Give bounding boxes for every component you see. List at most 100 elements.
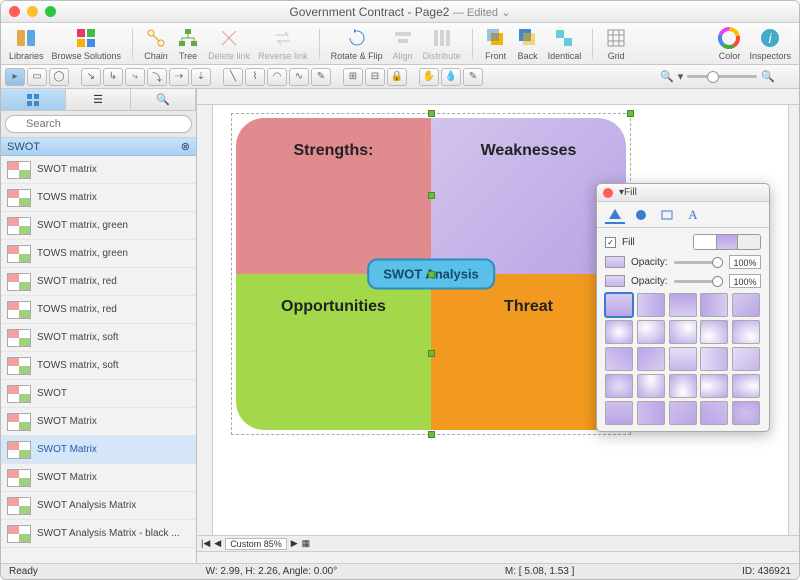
- front-button[interactable]: Front: [484, 26, 508, 61]
- sidebar-item[interactable]: SWOT matrix: [1, 156, 196, 184]
- ellipse-tool[interactable]: ◯: [49, 68, 69, 86]
- ungroup-tool[interactable]: ⊟: [365, 68, 385, 86]
- fill-panel[interactable]: ▾ Fill A ✓ Fill: [596, 183, 770, 432]
- sidebar-item[interactable]: SWOT: [1, 380, 196, 408]
- gradient-swatch[interactable]: [605, 374, 633, 398]
- swot-diagram[interactable]: Strengths: Weaknesses Opportunities Thre…: [231, 113, 631, 435]
- quadrant-opportunities[interactable]: Opportunities: [236, 274, 431, 430]
- sidebar-group-header[interactable]: SWOT ⊗: [1, 138, 196, 156]
- gradient-swatch[interactable]: [605, 347, 633, 371]
- gradient-swatch[interactable]: [637, 293, 665, 317]
- lock-tool[interactable]: 🔒: [387, 68, 407, 86]
- arc-tool[interactable]: ◠: [267, 68, 287, 86]
- opacity-slider-1[interactable]: [674, 261, 723, 264]
- selection-handle[interactable]: [428, 192, 435, 199]
- sidebar-item[interactable]: SWOT Matrix: [1, 464, 196, 492]
- search-input[interactable]: [5, 115, 192, 133]
- minimize-window-icon[interactable]: [27, 6, 38, 17]
- gradient-swatch[interactable]: [700, 374, 728, 398]
- connector-tool-2[interactable]: ↳: [103, 68, 123, 86]
- gradient-swatch[interactable]: [605, 401, 633, 425]
- color-button[interactable]: Color: [717, 26, 741, 61]
- eyedrop-tool[interactable]: 💧: [441, 68, 461, 86]
- opacity-value-1[interactable]: 100%: [729, 255, 761, 269]
- browse-solutions-button[interactable]: Browse Solutions: [52, 26, 122, 61]
- align-button[interactable]: Align: [391, 26, 415, 61]
- connector-tool-1[interactable]: ↘: [81, 68, 101, 86]
- sidebar-item[interactable]: SWOT matrix, red: [1, 268, 196, 296]
- gradient-swatch[interactable]: [732, 347, 760, 371]
- sidebar-item[interactable]: TOWS matrix, red: [1, 296, 196, 324]
- title-dropdown-icon[interactable]: ⌄: [501, 7, 510, 19]
- sidebar-item[interactable]: SWOT Matrix: [1, 408, 196, 436]
- sidebar-item[interactable]: TOWS matrix: [1, 184, 196, 212]
- libraries-button[interactable]: Libraries: [9, 26, 44, 61]
- gradient-swatch[interactable]: [732, 374, 760, 398]
- panel-close-icon[interactable]: [603, 188, 613, 198]
- collapse-icon[interactable]: ⊗: [181, 140, 190, 153]
- hand-tool[interactable]: ✋: [419, 68, 439, 86]
- prev-page-icon[interactable]: ◀: [214, 538, 221, 549]
- selection-handle[interactable]: [428, 271, 435, 278]
- selection-handle[interactable]: [428, 110, 435, 117]
- reverse-link-button[interactable]: Reverse link: [258, 26, 308, 61]
- zoom-slider[interactable]: [687, 75, 757, 78]
- gradient-swatch[interactable]: [700, 347, 728, 371]
- selection-handle[interactable]: [627, 110, 634, 117]
- line-tool[interactable]: ╲: [223, 68, 243, 86]
- group-tool[interactable]: ⊞: [343, 68, 363, 86]
- close-window-icon[interactable]: [9, 6, 20, 17]
- inspectors-button[interactable]: iInspectors: [749, 26, 791, 61]
- gradient-swatch[interactable]: [732, 401, 760, 425]
- connector-tool-3[interactable]: ⤷: [125, 68, 145, 86]
- panel-titlebar[interactable]: ▾ Fill: [597, 184, 769, 202]
- gradient-swatch[interactable]: [637, 320, 665, 344]
- horizontal-scrollbar[interactable]: [197, 551, 799, 563]
- sidebar-item[interactable]: SWOT Analysis Matrix: [1, 492, 196, 520]
- next-page-icon[interactable]: ▶: [291, 538, 298, 549]
- gradient-swatch[interactable]: [637, 401, 665, 425]
- fill-mode-segmented[interactable]: [693, 234, 761, 250]
- line-tab-icon[interactable]: [657, 206, 677, 224]
- first-page-icon[interactable]: |◀: [201, 538, 210, 549]
- zoom-out-icon[interactable]: 🔍: [660, 70, 674, 83]
- selection-handle[interactable]: [428, 350, 435, 357]
- gradient-swatch[interactable]: [605, 320, 633, 344]
- gradient-swatch[interactable]: [732, 320, 760, 344]
- curve-tool[interactable]: ∿: [289, 68, 309, 86]
- gradient-swatch[interactable]: [669, 320, 697, 344]
- pattern-mode[interactable]: [738, 235, 760, 249]
- sidebar-item[interactable]: TOWS matrix, soft: [1, 352, 196, 380]
- gradient-swatch[interactable]: [732, 293, 760, 317]
- sidebar-item[interactable]: SWOT matrix, soft: [1, 324, 196, 352]
- pen-tool[interactable]: ✎: [311, 68, 331, 86]
- text-tool[interactable]: ✎: [463, 68, 483, 86]
- chain-button[interactable]: Chain: [144, 26, 168, 61]
- connector-tool-6[interactable]: ⇣: [191, 68, 211, 86]
- grid-button[interactable]: Grid: [604, 26, 628, 61]
- sidebar-item[interactable]: SWOT Analysis Matrix - black ...: [1, 520, 196, 548]
- gradient-swatch[interactable]: [669, 374, 697, 398]
- opacity-slider-2[interactable]: [674, 280, 723, 283]
- gradient-swatch[interactable]: [637, 347, 665, 371]
- fill-tab-icon[interactable]: [605, 206, 625, 224]
- shadow-tab-icon[interactable]: [631, 206, 651, 224]
- canvas[interactable]: Strengths: Weaknesses Opportunities Thre…: [213, 105, 788, 535]
- solid-mode[interactable]: [694, 235, 716, 249]
- gradient-swatch[interactable]: [700, 401, 728, 425]
- delete-link-button[interactable]: Delete link: [208, 26, 250, 61]
- tree-button[interactable]: Tree: [176, 26, 200, 61]
- gradient-swatch[interactable]: [637, 374, 665, 398]
- polyline-tool[interactable]: ⌇: [245, 68, 265, 86]
- gradient-swatch[interactable]: [669, 293, 697, 317]
- color-swatch-1[interactable]: [605, 256, 625, 268]
- quadrant-strengths[interactable]: Strengths:: [236, 118, 431, 274]
- gradient-swatch[interactable]: [700, 320, 728, 344]
- sidebar-item[interactable]: SWOT matrix, green: [1, 212, 196, 240]
- gradient-swatch[interactable]: [700, 293, 728, 317]
- gradient-mode[interactable]: [716, 235, 738, 249]
- rect-tool[interactable]: ▭: [27, 68, 47, 86]
- zoom-label[interactable]: Custom 85%: [225, 538, 287, 550]
- sidebar-tab-list[interactable]: ☰: [66, 89, 131, 110]
- sidebar-item[interactable]: TOWS matrix, green: [1, 240, 196, 268]
